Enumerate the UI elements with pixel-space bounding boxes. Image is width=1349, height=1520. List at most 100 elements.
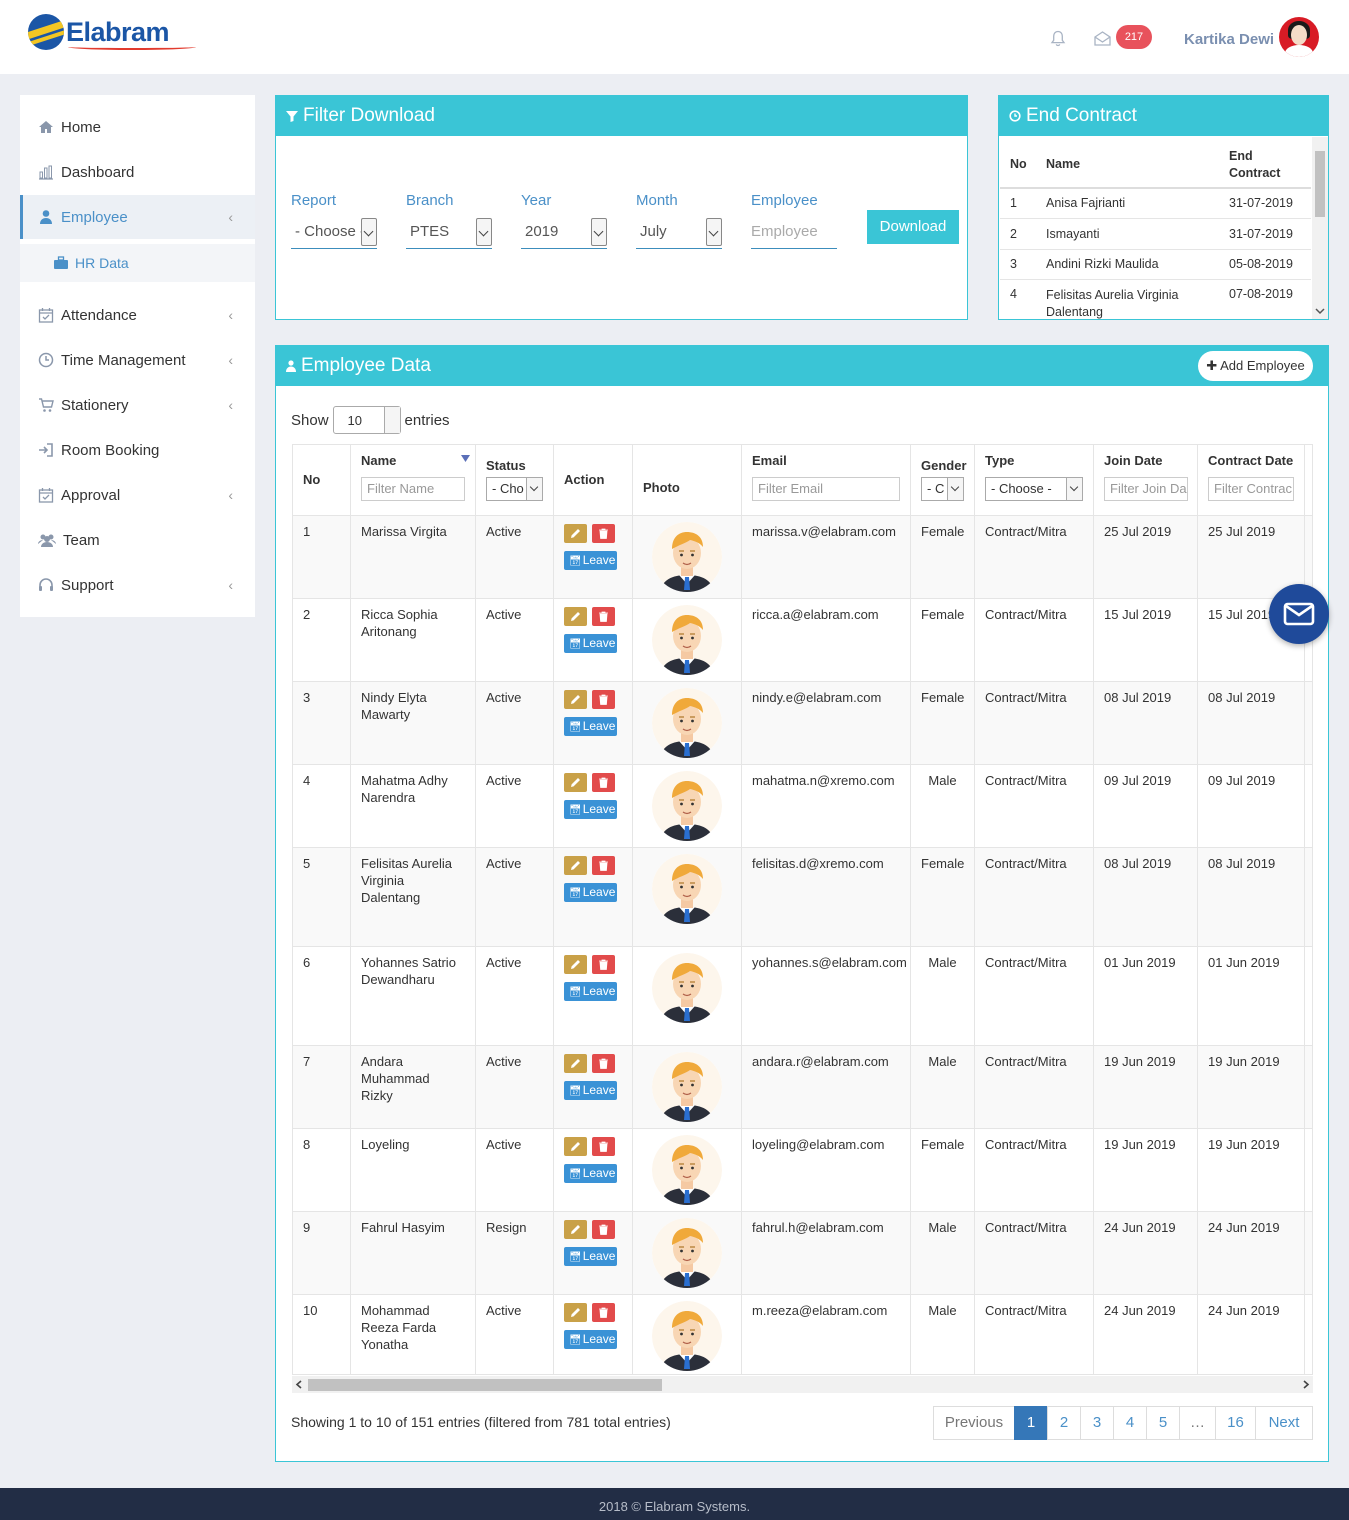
join-date-filter-input[interactable]: Filter Join Da (1104, 477, 1188, 501)
edit-button[interactable] (564, 1137, 587, 1156)
floating-message-button[interactable] (1269, 584, 1329, 644)
chevron-right-icon[interactable] (1303, 1380, 1310, 1389)
column-header-join-date[interactable]: Join Date Filter Join Da (1094, 445, 1198, 515)
delete-button[interactable] (592, 856, 615, 875)
leave-button[interactable]: 📅︎Leave (564, 634, 617, 653)
column-header-name[interactable]: Name Filter Name (351, 445, 476, 515)
envelope-open-icon[interactable] (1094, 31, 1111, 46)
report-select[interactable]: - Choose - (291, 216, 377, 249)
photo-cell (633, 1129, 742, 1211)
report-label: Report (291, 192, 337, 209)
sidebar-item-employee[interactable]: Employee ‹ (20, 195, 255, 239)
edit-button[interactable] (564, 607, 587, 626)
pagination-ellipsis: … (1179, 1406, 1216, 1440)
chevron-down-icon (706, 218, 722, 246)
edit-button[interactable] (564, 773, 587, 792)
chevron-left-icon[interactable] (295, 1380, 302, 1389)
column-header-type[interactable]: Type - Choose - (975, 445, 1094, 515)
pagination-next[interactable]: Next (1255, 1406, 1313, 1440)
pagination-page-5[interactable]: 5 (1146, 1406, 1180, 1440)
edit-button[interactable] (564, 1220, 587, 1239)
download-button[interactable]: Download (867, 210, 959, 244)
leave-button[interactable]: 📅︎Leave (564, 1081, 617, 1100)
employee-input[interactable]: Employee (751, 216, 837, 249)
delete-button[interactable] (592, 524, 615, 543)
elabram-logo[interactable]: Elabram (28, 14, 196, 50)
cell-join: 19 Jun 2019 (1094, 1046, 1198, 1128)
delete-button[interactable] (592, 1220, 615, 1239)
edit-button[interactable] (564, 1054, 587, 1073)
column-header-email[interactable]: Email Filter Email (742, 445, 911, 515)
sidebar-item-stationery[interactable]: Stationery ‹ (20, 383, 255, 427)
edit-button[interactable] (564, 955, 587, 974)
leave-button[interactable]: 📅︎Leave (564, 800, 617, 819)
sidebar-item-home[interactable]: Home (20, 105, 255, 149)
pencil-icon (571, 1225, 580, 1234)
table-row: 3 Nindy Elyta Mawarty Active 📅︎Leave nindy.e… (293, 681, 1312, 764)
user-name[interactable]: Kartika Dewi (1184, 31, 1274, 48)
edit-button[interactable] (564, 524, 587, 543)
pagination-page-3[interactable]: 3 (1080, 1406, 1114, 1440)
delete-button[interactable] (592, 690, 615, 709)
column-header-gender[interactable]: Gender - C (911, 445, 975, 515)
cell-email: nindy.e@elabram.com (742, 682, 911, 764)
leave-button[interactable]: 📅︎Leave (564, 982, 617, 1001)
month-select[interactable]: July (636, 216, 722, 249)
pagination-previous[interactable]: Previous (933, 1406, 1015, 1440)
table-horizontal-scrollbar[interactable] (292, 1376, 1313, 1393)
leave-button[interactable]: 📅︎Leave (564, 883, 617, 902)
sidebar-item-support[interactable]: Support ‹ (20, 563, 255, 607)
sidebar-item-time-management[interactable]: Time Management ‹ (20, 338, 255, 382)
sidebar-item-attendance[interactable]: Attendance ‹ (20, 293, 255, 337)
add-employee-button[interactable]: ✚ Add Employee (1198, 351, 1313, 381)
column-header-no[interactable]: No (293, 445, 351, 515)
status-filter-select[interactable]: - Cho (486, 477, 543, 501)
employee-label: Employee (751, 192, 818, 209)
year-select[interactable]: 2019 (521, 216, 607, 249)
cell-join: 24 Jun 2019 (1094, 1295, 1198, 1374)
photo-cell (633, 765, 742, 847)
delete-button[interactable] (592, 773, 615, 792)
gender-filter-select[interactable]: - C (921, 477, 964, 501)
type-filter-select[interactable]: - Choose - (985, 477, 1083, 501)
pagination-page-4[interactable]: 4 (1113, 1406, 1147, 1440)
name-filter-input[interactable]: Filter Name (361, 477, 465, 501)
pagination-page-2[interactable]: 2 (1047, 1406, 1081, 1440)
leave-button[interactable]: 📅︎Leave (564, 551, 617, 570)
branch-select[interactable]: PTES (406, 216, 492, 249)
end-contract-scrollbar[interactable] (1312, 137, 1328, 319)
leave-button[interactable]: 📅︎Leave (564, 1164, 617, 1183)
pagination-page-16[interactable]: 16 (1215, 1406, 1256, 1440)
edit-button[interactable] (564, 690, 587, 709)
leave-button[interactable]: 📅︎Leave (564, 717, 617, 736)
sidebar-subitem-hr-data[interactable]: HR Data (20, 244, 255, 282)
cell-email: m.reeza@elabram.com (742, 1295, 911, 1374)
email-filter-input[interactable]: Filter Email (752, 477, 900, 501)
delete-button[interactable] (592, 1054, 615, 1073)
sidebar-item-dashboard[interactable]: Dashboard (20, 150, 255, 194)
sidebar-item-team[interactable]: Team (20, 518, 255, 562)
column-header-contract-date[interactable]: Contract Date Filter Contrac (1198, 445, 1305, 515)
column-header-status[interactable]: Status - Cho (476, 445, 554, 515)
employee-avatar (652, 953, 722, 1023)
leave-button[interactable]: 📅︎Leave (564, 1330, 617, 1349)
bell-icon[interactable] (1050, 30, 1066, 47)
delete-button[interactable] (592, 607, 615, 626)
pagination-page-1[interactable]: 1 (1014, 1406, 1048, 1440)
delete-button[interactable] (592, 1303, 615, 1322)
sign-in-icon (39, 443, 53, 457)
edit-button[interactable] (564, 856, 587, 875)
cell-join: 08 Jul 2019 (1094, 682, 1198, 764)
delete-button[interactable] (592, 955, 615, 974)
photo-cell (633, 1295, 742, 1374)
user-avatar[interactable] (1279, 17, 1319, 57)
leave-button[interactable]: 📅︎Leave (564, 1247, 617, 1266)
delete-button[interactable] (592, 1137, 615, 1156)
sidebar-item-room-booking[interactable]: Room Booking (20, 428, 255, 472)
sidebar-item-approval[interactable]: Approval ‹ (20, 473, 255, 517)
entries-select[interactable]: 10 (332, 406, 401, 434)
contract-date-filter-input[interactable]: Filter Contrac (1208, 477, 1294, 501)
cell-status: Active (476, 848, 554, 946)
edit-button[interactable] (564, 1303, 587, 1322)
chevron-down-icon[interactable] (1315, 307, 1325, 315)
